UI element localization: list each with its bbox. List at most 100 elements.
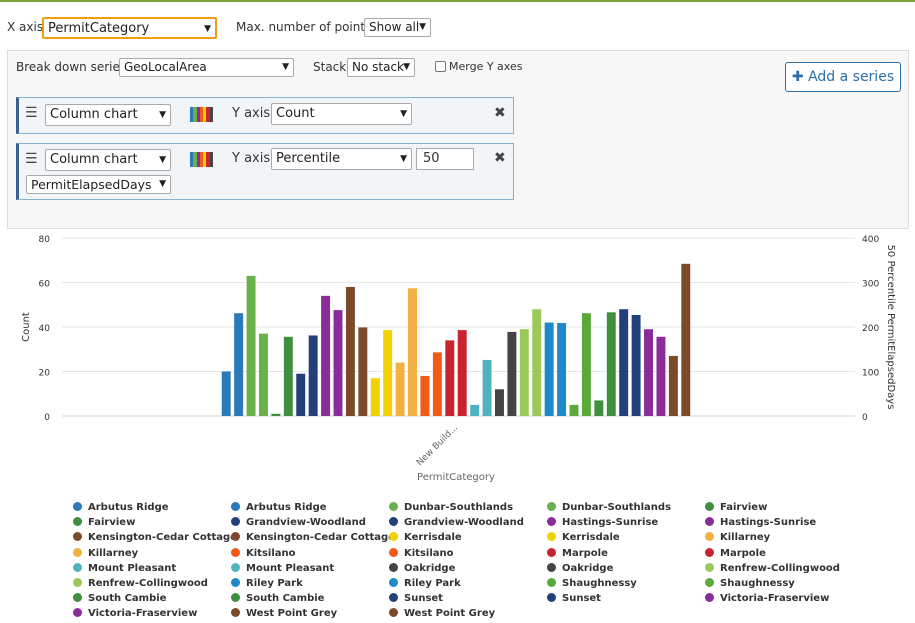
drag-handle-icon[interactable]: ☰ <box>25 105 38 121</box>
legend-item[interactable]: Sunset <box>389 591 443 606</box>
bar-hastings-sunrise-left <box>321 295 331 416</box>
legend-dot-icon <box>73 593 82 603</box>
legend-item[interactable]: West Point Grey <box>231 606 337 621</box>
add-series-button[interactable]: ✚ Add a series <box>785 62 901 92</box>
max-points-label: Max. number of points <box>236 20 372 34</box>
bar-dunbar-southlands-left <box>246 275 256 416</box>
legend-item[interactable]: Fairview <box>705 500 767 515</box>
legend-dot-icon <box>389 608 398 618</box>
legend-item[interactable]: Arbutus Ridge <box>73 500 169 515</box>
legend-item[interactable]: Kitsilano <box>389 546 454 561</box>
color-palette-icon[interactable] <box>190 152 213 167</box>
legend-item[interactable]: Marpole <box>547 546 608 561</box>
breakdown-select[interactable]: GeoLocalArea ▼ <box>119 58 294 77</box>
chevron-down-icon: ▼ <box>159 179 166 189</box>
legend-label: South Cambie <box>88 593 167 605</box>
legend-item[interactable]: Killarney <box>705 530 770 545</box>
legend-item[interactable]: Victoria-Fraserview <box>73 606 197 621</box>
legend-label: Kensington-Cedar Cottage <box>246 532 395 544</box>
legend-item[interactable]: Oakridge <box>389 561 455 576</box>
legend-item[interactable]: Oakridge <box>547 561 613 576</box>
y-right-tick-label: 300 <box>862 280 879 290</box>
legend-item[interactable]: Dunbar-Southlands <box>389 500 513 515</box>
legend-item[interactable]: Killarney <box>73 546 138 561</box>
legend-label: Kerrisdale <box>562 532 620 544</box>
chart-type-select-2[interactable]: Column chart ▼ <box>45 149 171 171</box>
bar-oakridge-right <box>507 331 517 416</box>
legend-item[interactable]: South Cambie <box>231 591 324 606</box>
legend-label: Kensington-Cedar Cottage <box>88 532 237 544</box>
legend-label: Sunset <box>562 593 601 605</box>
legend-label: Shaughnessy <box>720 578 795 589</box>
legend-item[interactable]: South Cambie <box>73 591 166 606</box>
legend-dot-icon <box>547 578 556 587</box>
legend-item[interactable]: Riley Park <box>231 576 303 591</box>
legend-item[interactable]: Dunbar-Southlands <box>547 500 671 515</box>
legend-item[interactable]: Kerrisdale <box>547 530 620 545</box>
legend-item[interactable]: Mount Pleasant <box>73 561 176 576</box>
legend-item[interactable]: Renfrew-Collingwood <box>73 576 208 591</box>
legend-item[interactable]: Hastings-Sunrise <box>705 515 816 530</box>
legend-dot-icon <box>389 593 398 603</box>
drag-handle-icon[interactable]: ☰ <box>25 151 38 167</box>
y-axis-select-2[interactable]: Percentile ▼ <box>271 148 412 170</box>
remove-series-icon[interactable]: ✖ <box>494 150 506 166</box>
bar-mount-pleasant-right <box>482 359 492 416</box>
legend-label: Marpole <box>562 547 608 559</box>
bar-grandview-woodland-left <box>296 373 306 416</box>
legend-label: Mount Pleasant <box>246 562 335 574</box>
legend-label: Fairview <box>720 502 768 513</box>
legend-item[interactable]: Victoria-Fraserview <box>705 591 829 606</box>
legend-item[interactable]: Shaughnessy <box>547 576 637 591</box>
legend-item[interactable]: Shaughnessy <box>705 576 795 591</box>
chart-type-value-2: Column chart <box>50 152 138 167</box>
legend-item[interactable]: Renfrew-Collingwood <box>705 561 840 576</box>
legend-dot-icon <box>231 578 240 587</box>
legend-label: Kerrisdale <box>404 532 462 544</box>
remove-series-icon[interactable]: ✖ <box>494 105 506 121</box>
legend-dot-icon <box>231 608 240 618</box>
y-left-tick-label: 60 <box>39 280 51 290</box>
legend-item[interactable]: Grandview-Woodland <box>389 515 524 530</box>
color-palette-icon[interactable] <box>190 107 213 122</box>
legend-item[interactable]: Grandview-Woodland <box>231 515 366 530</box>
legend-item[interactable]: Kerrisdale <box>389 530 462 545</box>
max-points-select-value: Show all <box>369 20 420 34</box>
chart-type-value-1: Column chart <box>50 107 138 122</box>
chevron-down-icon: ▼ <box>159 110 166 120</box>
legend-item[interactable]: Sunset <box>547 591 601 606</box>
legend-label: South Cambie <box>246 593 325 605</box>
chart-type-select-1[interactable]: Column chart ▼ <box>45 104 171 126</box>
legend-dot-icon <box>231 593 240 603</box>
chevron-down-icon: ▼ <box>204 24 211 34</box>
legend-item[interactable]: Marpole <box>705 546 766 561</box>
legend-item[interactable]: Kitsilano <box>231 546 296 561</box>
x-axis-select[interactable]: PermitCategory ▼ <box>42 17 217 39</box>
max-points-select[interactable]: Show all ▼ <box>364 18 431 37</box>
legend-item[interactable]: Kensington-Cedar Cottage <box>73 530 237 545</box>
legend-item[interactable]: Fairview <box>73 515 135 530</box>
x-category-label: New Build... <box>415 423 460 468</box>
percentile-input[interactable]: 50 <box>416 148 474 170</box>
bar-sunset-left <box>619 309 629 416</box>
x-axis-title: PermitCategory <box>417 472 495 483</box>
bar-west-point-grey-left <box>668 355 678 416</box>
legend-dot-icon <box>547 532 556 542</box>
field-select[interactable]: PermitElapsedDays ▼ <box>26 175 171 194</box>
legend-item[interactable]: Mount Pleasant <box>231 561 334 576</box>
chevron-down-icon: ▼ <box>400 109 407 119</box>
y-axis-select-1[interactable]: Count ▼ <box>271 103 412 125</box>
y-right-tick-label: 100 <box>862 369 879 379</box>
merge-y-axes-checkbox[interactable] <box>435 61 446 72</box>
legend-dot-icon <box>73 532 82 542</box>
stack-select-value: No stack <box>352 60 404 74</box>
legend-item[interactable]: West Point Grey <box>389 606 495 621</box>
legend-dot-icon <box>705 547 714 557</box>
bar-arbutus-ridge-right <box>234 313 244 416</box>
stack-select[interactable]: No stack ▼ <box>347 58 415 77</box>
legend-item[interactable]: Arbutus Ridge <box>231 500 327 515</box>
legend-label: Grandview-Woodland <box>404 517 524 529</box>
legend-item[interactable]: Hastings-Sunrise <box>547 515 658 530</box>
legend-item[interactable]: Riley Park <box>389 576 461 591</box>
legend-item[interactable]: Kensington-Cedar Cottage <box>231 530 395 545</box>
